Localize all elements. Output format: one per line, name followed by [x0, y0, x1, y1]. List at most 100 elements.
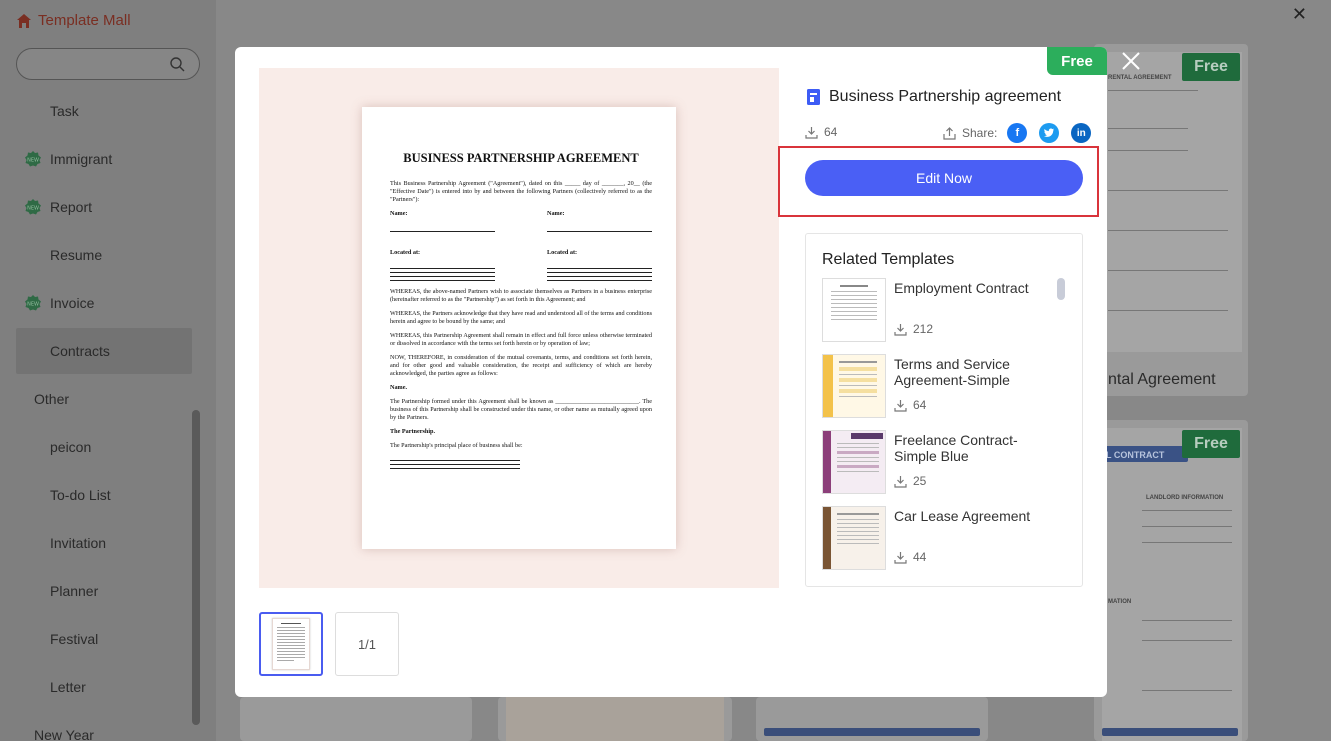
- related-item-name: Terms and Service Agreement-Simple: [894, 356, 1010, 388]
- related-item-name: Freelance Contract-Simple Blue: [894, 432, 1018, 464]
- related-templates-panel: Related Templates Employment Contract 21…: [805, 233, 1083, 587]
- document-paragraph: The Partnership formed under this Agreem…: [390, 398, 652, 421]
- share-label: Share:: [962, 126, 998, 140]
- location-fields: Located at: Located at:: [390, 249, 652, 284]
- sidebar-item[interactable]: NEW Immigrant: [16, 136, 192, 182]
- document-paragraph: WHEREAS, the above-named Partners wish t…: [390, 288, 652, 303]
- bg-blue-bar: [1102, 728, 1238, 736]
- svg-text:NEW: NEW: [27, 206, 39, 212]
- located-label: Located at:: [390, 249, 421, 256]
- sidebar-item-label: Contracts: [50, 343, 110, 359]
- facebook-icon[interactable]: f: [1007, 123, 1028, 143]
- template-title: Business Partnership agreement: [829, 88, 1062, 105]
- bg-rule: [1142, 542, 1232, 543]
- sidebar-item[interactable]: peicon: [16, 424, 192, 470]
- sidebar-item-label: New Year: [34, 727, 94, 741]
- sidebar-item[interactable]: To-do List: [16, 472, 192, 518]
- download-icon: [894, 399, 907, 412]
- sidebar-item-label: Task: [50, 103, 79, 119]
- brand[interactable]: Template Mall: [16, 12, 131, 29]
- bg-free-badge: Free: [1182, 430, 1240, 458]
- sidebar-item-label: Resume: [50, 247, 103, 263]
- download-count-value: 64: [824, 125, 838, 139]
- related-item[interactable]: Terms and Service Agreement-Simple 64: [822, 354, 1062, 418]
- related-templates-title: Related Templates: [822, 251, 955, 268]
- related-scrollbar[interactable]: [1057, 278, 1065, 300]
- sidebar-scrollbar[interactable]: [192, 410, 200, 725]
- document-page: BUSINESS PARTNERSHIP AGREEMENT This Busi…: [362, 107, 676, 549]
- sidebar-item[interactable]: Planner: [16, 568, 192, 614]
- sidebar-item-label: Invoice: [50, 295, 95, 311]
- sidebar-item-label: Invitation: [50, 535, 107, 551]
- related-item-count: 25: [894, 474, 926, 488]
- twitter-icon[interactable]: [1039, 123, 1060, 143]
- bg-rule: [1142, 690, 1232, 691]
- linkedin-icon[interactable]: in: [1071, 123, 1092, 143]
- document-paragraph: NOW, THEREFORE, in consideration of the …: [390, 354, 652, 377]
- sidebar-item-label: Festival: [50, 631, 99, 647]
- related-item[interactable]: Freelance Contract-Simple Blue 25: [822, 430, 1062, 494]
- bg-card-rental-heading: RENTAL AGREEMENT: [1108, 75, 1172, 81]
- related-item-count-value: 44: [913, 550, 927, 564]
- related-thumbnail: [822, 354, 886, 418]
- page-thumbnail[interactable]: [259, 612, 323, 676]
- sidebar-item[interactable]: Letter: [16, 664, 192, 710]
- template-title-row: Business Partnership agreement: [805, 88, 1061, 106]
- related-thumbnail: [822, 430, 886, 494]
- bg-card-rental-title: ntal Agreement: [1108, 371, 1216, 388]
- share-icon: [943, 126, 956, 140]
- svg-text:NEW: NEW: [27, 302, 39, 308]
- page-thumbnail-image: [272, 618, 310, 670]
- search-input[interactable]: [16, 48, 200, 80]
- related-item-count: 212: [894, 322, 933, 336]
- sidebar-item[interactable]: NEW Report: [16, 184, 192, 230]
- related-thumbnail: [822, 506, 886, 570]
- sidebar-item[interactable]: NEW Invoice: [16, 280, 192, 326]
- sidebar-item[interactable]: New Year: [16, 712, 192, 741]
- app-title: Template Mall: [38, 12, 131, 29]
- related-item[interactable]: Car Lease Agreement 44: [822, 506, 1062, 570]
- sidebar-item[interactable]: Invitation: [16, 520, 192, 566]
- download-icon: [894, 475, 907, 488]
- name-label: Name:: [390, 210, 408, 217]
- bg-rule: [1108, 310, 1228, 311]
- name-fields: Name: Name:: [390, 210, 652, 235]
- new-badge-icon: NEW: [25, 151, 41, 167]
- bg-card-contract-section: MATION: [1108, 599, 1132, 605]
- related-item-count-value: 25: [913, 474, 927, 488]
- sidebar-item[interactable]: Resume: [16, 232, 192, 278]
- sidebar-item[interactable]: Festival: [16, 616, 192, 662]
- bg-rule: [1142, 640, 1232, 641]
- download-icon: [894, 551, 907, 564]
- document-paragraph: This Business Partnership Agreement ("Ag…: [390, 180, 652, 203]
- document-paragraph: The Partnership.: [390, 428, 436, 435]
- bg-rule: [1142, 510, 1232, 511]
- bg-card-bottom-2-doc: [506, 697, 724, 741]
- document-preview: BUSINESS PARTNERSHIP AGREEMENT This Busi…: [259, 68, 779, 588]
- related-item[interactable]: Employment Contract 212: [822, 278, 1062, 342]
- edit-now-button[interactable]: Edit Now: [805, 160, 1083, 196]
- located-label: Located at:: [547, 249, 578, 256]
- sidebar-item-label: Other: [34, 391, 70, 407]
- page-indicator: 1/1: [335, 612, 399, 676]
- sidebar-item-label: Letter: [50, 679, 86, 695]
- new-badge-icon: NEW: [25, 295, 41, 311]
- window-close-icon[interactable]: ✕: [1292, 4, 1307, 25]
- document-file-icon: [807, 89, 820, 105]
- download-icon: [894, 323, 907, 336]
- related-item-count: 44: [894, 550, 926, 564]
- bg-free-badge: Free: [1182, 53, 1240, 81]
- sidebar-item-label: peicon: [50, 439, 92, 455]
- bg-rule: [1142, 526, 1232, 527]
- sidebar-item[interactable]: Task: [16, 88, 192, 134]
- sidebar-item-label: Immigrant: [50, 151, 113, 167]
- bg-card-bottom-1[interactable]: [240, 697, 472, 741]
- sidebar-item-label: To-do List: [50, 487, 111, 503]
- close-icon[interactable]: [1121, 51, 1141, 71]
- sidebar-item[interactable]: Other: [16, 376, 192, 422]
- related-item-count: 64: [894, 398, 926, 412]
- bg-rule: [1108, 190, 1228, 191]
- document-paragraph: The Partnership's principal place of bus…: [390, 442, 523, 449]
- name-label: Name:: [547, 210, 565, 217]
- sidebar-item[interactable]: Contracts: [16, 328, 192, 374]
